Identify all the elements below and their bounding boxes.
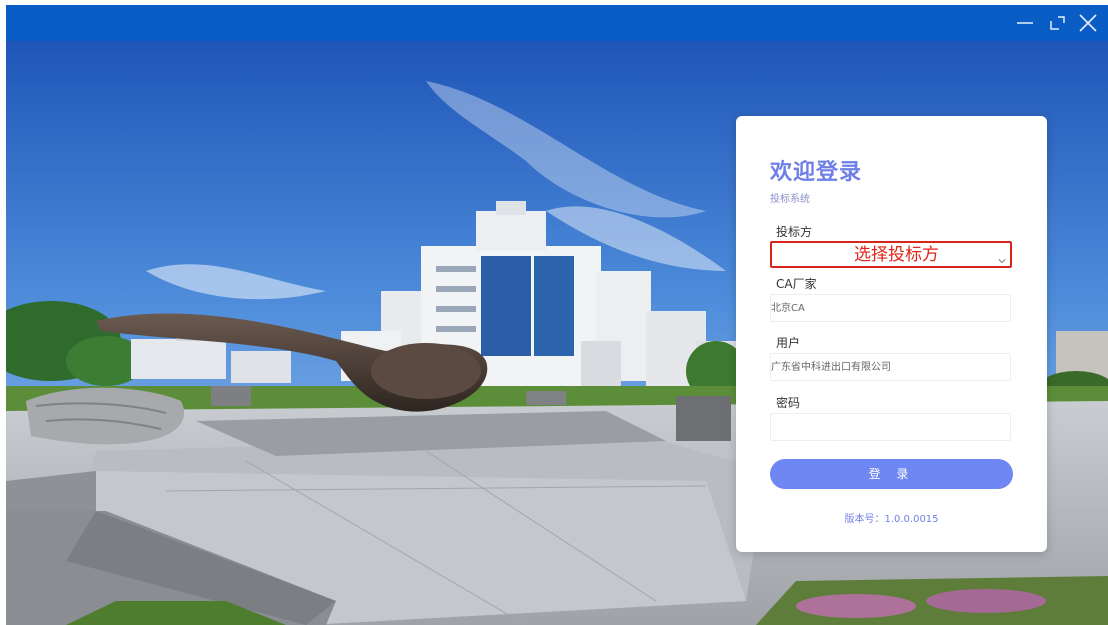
ca-value: 北京CA bbox=[771, 303, 805, 314]
ca-field[interactable]: 北京CA bbox=[770, 294, 1011, 322]
password-label: 密码 bbox=[776, 396, 801, 410]
bidder-label: 投标方 bbox=[776, 225, 813, 239]
system-subtitle: 投标系统 bbox=[770, 194, 810, 205]
user-label: 用户 bbox=[776, 336, 801, 350]
version-text: 版本号：1.0.0.0015 bbox=[844, 514, 939, 525]
password-field[interactable] bbox=[770, 413, 1011, 441]
bidder-select[interactable]: 选择投标方 bbox=[770, 241, 1012, 268]
minimize-icon[interactable] bbox=[1012, 9, 1040, 37]
ca-label: CA厂家 bbox=[776, 277, 817, 291]
login-button[interactable]: 登 录 bbox=[770, 459, 1013, 489]
close-icon[interactable] bbox=[1074, 9, 1102, 37]
user-field[interactable]: 广东省中科进出口有限公司 bbox=[770, 353, 1011, 381]
login-card: 欢迎登录 投标系统 投标方 选择投标方 CA厂家 北京CA 用户 广东省中科进出… bbox=[736, 116, 1047, 552]
app-window: 欢迎登录 投标系统 投标方 选择投标方 CA厂家 北京CA 用户 广东省中科进出… bbox=[6, 5, 1108, 625]
restore-icon[interactable] bbox=[1044, 9, 1072, 37]
bidder-select-placeholder: 选择投标方 bbox=[854, 245, 939, 265]
chevron-down-icon bbox=[998, 250, 1006, 264]
login-title: 欢迎登录 bbox=[770, 160, 863, 185]
user-value: 广东省中科进出口有限公司 bbox=[771, 362, 891, 373]
title-bar bbox=[6, 5, 1108, 41]
